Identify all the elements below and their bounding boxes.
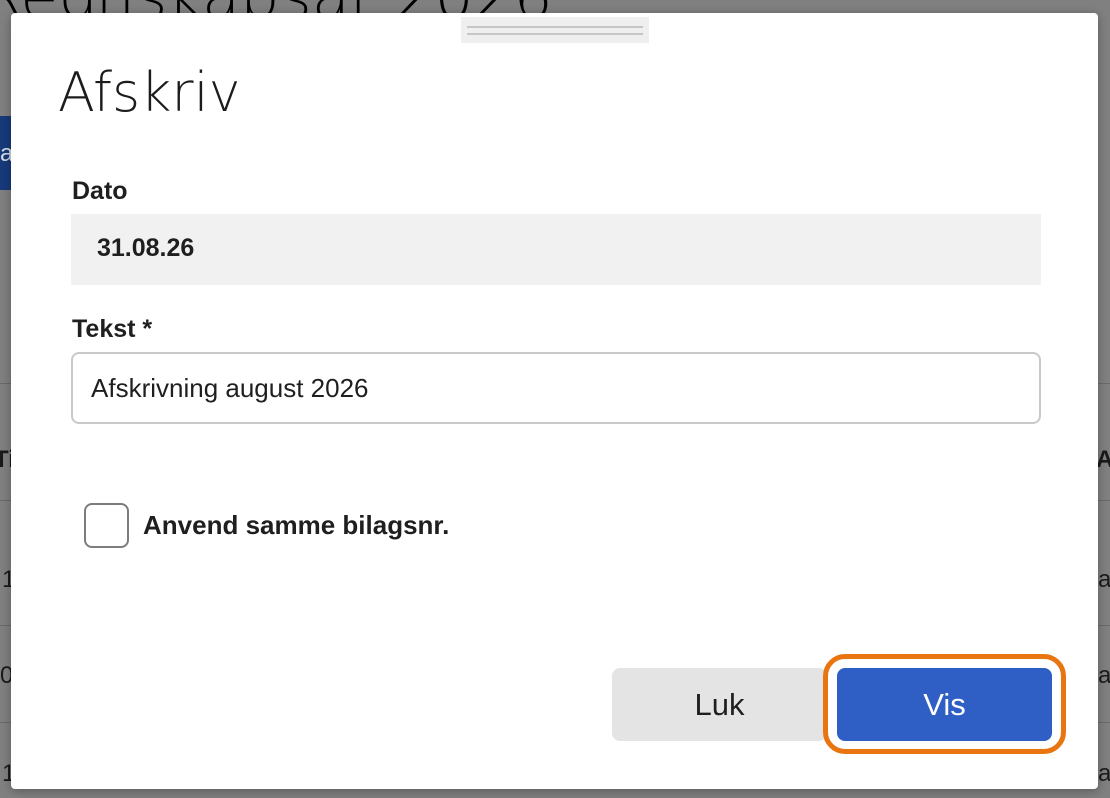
drag-handle-line bbox=[467, 26, 643, 28]
date-field: 31.08.26 bbox=[71, 214, 1041, 285]
background-table-cell: a bbox=[1098, 662, 1110, 689]
text-label: Tekst * bbox=[72, 315, 153, 343]
background-divider bbox=[1098, 625, 1110, 626]
background-table-cell: a bbox=[1098, 760, 1110, 787]
background-column-header: Af bbox=[1096, 446, 1110, 473]
same-voucher-checkbox[interactable] bbox=[84, 503, 129, 548]
background-divider bbox=[1098, 383, 1110, 384]
show-button[interactable]: Vis bbox=[837, 668, 1052, 741]
same-voucher-label[interactable]: Anvend samme bilagsnr. bbox=[143, 510, 449, 541]
close-button[interactable]: Luk bbox=[612, 668, 827, 741]
background-divider bbox=[1098, 722, 1110, 723]
write-off-dialog: Afskriv Dato 31.08.26 Tekst * Anvend sam… bbox=[11, 13, 1098, 789]
dialog-drag-handle[interactable] bbox=[461, 17, 649, 43]
background-divider bbox=[1098, 500, 1110, 501]
date-label: Dato bbox=[72, 177, 128, 205]
dialog-title: Afskriv bbox=[58, 61, 241, 124]
text-input[interactable] bbox=[71, 352, 1041, 424]
drag-handle-line bbox=[467, 33, 643, 35]
background-table-cell: a bbox=[1098, 566, 1110, 593]
date-value: 31.08.26 bbox=[97, 234, 195, 262]
